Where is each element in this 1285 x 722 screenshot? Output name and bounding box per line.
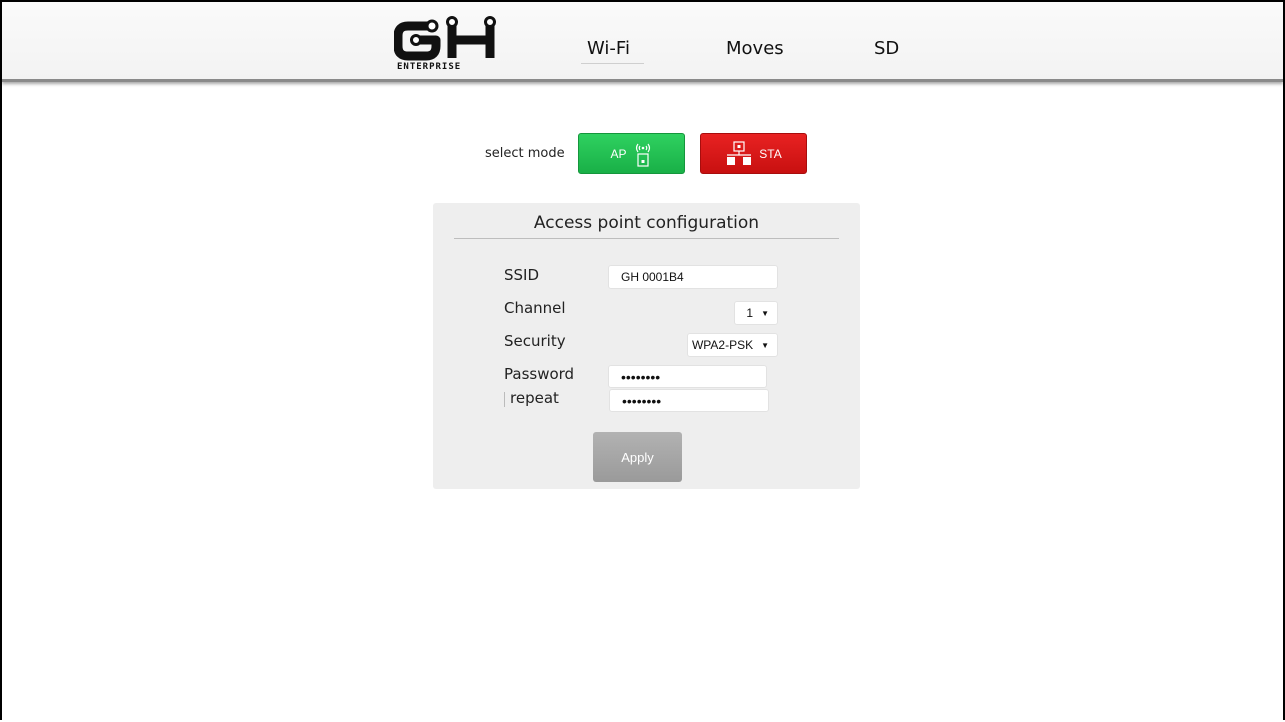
nav-moves[interactable]: Moves	[726, 38, 784, 59]
security-label: Security	[504, 332, 566, 350]
sta-label: STA	[759, 146, 782, 161]
gh-logo-icon	[394, 16, 496, 61]
caret-down-icon: ▼	[761, 340, 769, 350]
access-point-config-panel: Access point configuration SSID GH 0001B…	[433, 203, 860, 489]
apply-button[interactable]: Apply	[593, 432, 682, 482]
channel-select[interactable]: 1 ▼	[734, 301, 778, 325]
repeat-label: repeat	[510, 389, 559, 407]
repeat-password-input[interactable]: ••••••••	[609, 389, 769, 412]
nav-sd[interactable]: SD	[874, 38, 899, 59]
select-mode-label: select mode	[485, 146, 565, 161]
ssid-input[interactable]: GH 0001B4	[608, 265, 778, 289]
sta-mode-button[interactable]: STA	[700, 133, 807, 174]
password-label: Password	[504, 365, 575, 383]
wifi-antenna-icon	[635, 143, 650, 167]
panel-divider	[454, 238, 839, 239]
nav-active-underline	[581, 63, 644, 64]
ap-label: AP	[610, 146, 627, 161]
ap-mode-button[interactable]: AP	[578, 133, 685, 174]
caret-down-icon: ▼	[761, 308, 769, 318]
panel-title: Access point configuration	[533, 213, 760, 233]
brand-logo[interactable]: ENTERPRISE	[394, 16, 504, 76]
channel-value: 1	[746, 306, 754, 320]
network-stations-icon	[727, 140, 752, 165]
top-nav-bar: ENTERPRISE Wi-Fi Moves SD	[2, 2, 1283, 82]
security-select[interactable]: WPA2-PSK ▼	[687, 333, 778, 357]
password-input[interactable]: ••••••••	[608, 365, 767, 388]
channel-label: Channel	[504, 299, 566, 317]
ssid-label: SSID	[504, 266, 540, 284]
text-cursor	[504, 392, 505, 407]
logo-caption: ENTERPRISE	[397, 62, 462, 72]
nav-wifi[interactable]: Wi-Fi	[587, 38, 630, 59]
security-value: WPA2-PSK	[691, 338, 754, 352]
